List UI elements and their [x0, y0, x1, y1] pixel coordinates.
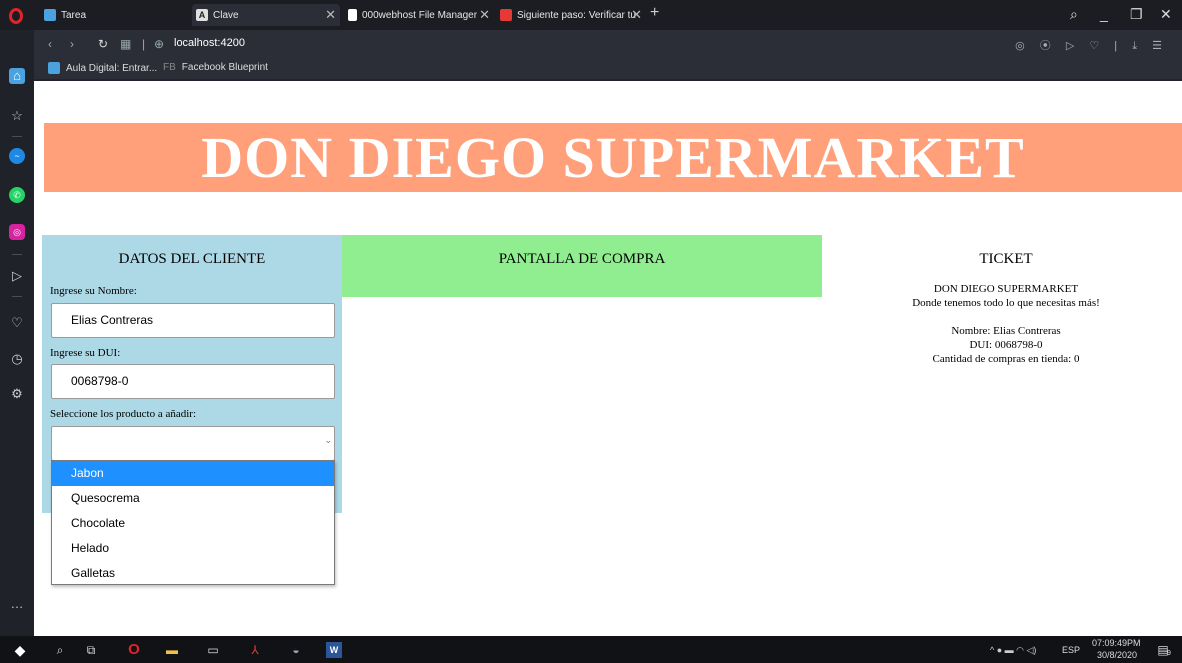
tab-tarea[interactable]: Tarea ✕ [40, 4, 216, 26]
ticket-store: DON DIEGO SUPERMARKET [933, 283, 1079, 295]
bookmark-label: Facebook Blueprint [181, 62, 268, 73]
whatsapp-icon[interactable]: ✆ [9, 187, 25, 203]
tab-verificar[interactable]: Siguiente paso: Verificar tu ✕ [496, 4, 646, 26]
acrobat-icon[interactable]: ⅄ [247, 642, 263, 658]
ticket-compras: Cantidad de compras en tienda: 0 [932, 353, 1080, 365]
heart-icon[interactable]: ♡ [9, 315, 25, 331]
close-tab-icon[interactable]: ✕ [631, 7, 642, 23]
more-icon[interactable]: … [9, 596, 25, 612]
aula-icon [48, 62, 60, 74]
tray-icons[interactable]: ^ ● ▬ ◠ ◁) [990, 645, 1036, 656]
divider: | [142, 37, 146, 51]
tab-title: Tarea [61, 9, 87, 21]
ticket-nombre: Nombre: Elias Contreras [951, 325, 1061, 337]
file-explorer-icon[interactable]: ▬ [164, 642, 180, 658]
opera-sidebar: ⌂ ☆ ~ ✆ ◎ ▷ ♡ ◷ ⚙ … [0, 30, 34, 636]
url-field[interactable]: localhost:4200 [174, 37, 245, 49]
settings-icon[interactable]: ⚙ [9, 386, 25, 402]
forward-icon[interactable]: › [70, 37, 74, 51]
speed-dial-icon[interactable]: ▦ [120, 37, 131, 51]
option-helado[interactable]: Helado [52, 536, 334, 561]
new-tab-icon[interactable]: + [650, 4, 659, 22]
back-icon[interactable]: ‹ [48, 37, 52, 51]
chevron-down-icon: ⌄ [324, 436, 332, 446]
ticket-dui: DUI: 0068798-0 [969, 339, 1043, 351]
minimize-icon[interactable]: _ [1100, 6, 1108, 22]
option-quesocrema[interactable]: Quesocrema [52, 486, 334, 511]
windows-taskbar: ◆ ⌕ ⧉ O ▬ ▭ ⅄ ◒ W ^ ● ▬ ◠ ◁) ESP 07:09:4… [0, 636, 1182, 663]
star-icon[interactable]: ☆ [9, 108, 25, 124]
fb-icon: FB [163, 62, 176, 73]
classroom-icon [44, 9, 56, 21]
producto-label: Seleccione los producto a añadir: [50, 408, 197, 420]
opera-logo-icon[interactable] [9, 8, 23, 24]
banner: DON DIEGO SUPERMARKET [44, 123, 1182, 192]
globe-icon: ⊕ [154, 37, 165, 51]
ticket-title: TICKET [979, 251, 1033, 267]
option-jabon[interactable]: Jabon [52, 461, 334, 486]
address-bar: ‹ › ↻ ▦ | ⊕ localhost:4200 ◎ ⦿ ▷ ♡ | ⤓ ☰ [34, 30, 1182, 58]
close-tab-icon[interactable]: ✕ [479, 7, 490, 23]
clock-date[interactable]: 30/8/2020 [1097, 650, 1137, 660]
sidebar-divider [12, 296, 22, 297]
search-icon[interactable]: ⌕ [1070, 6, 1078, 23]
bookmarks-bar: Aula Digital: Entrar... FB Facebook Blue… [34, 58, 1182, 80]
messenger-icon[interactable]: ~ [9, 148, 25, 164]
home-icon[interactable]: ⌂ [9, 68, 25, 84]
cliente-title: DATOS DEL CLIENTE [118, 251, 266, 267]
tab-bar: Tarea ✕ A Clave ✕ 000webhost File Manage… [0, 0, 1182, 30]
tab-file-manager[interactable]: 000webhost File Manager ✕ [344, 4, 494, 26]
app-icon[interactable]: ◒ [288, 642, 304, 658]
tab-title: Clave [213, 9, 239, 21]
compra-panel: PANTALLA DE COMPRA [342, 235, 822, 297]
bookmark-label: Aula Digital: Entrar... [66, 62, 158, 74]
terminal-icon[interactable]: ▭ [205, 642, 221, 658]
clock-time[interactable]: 07:09:49PM [1092, 638, 1141, 648]
dui-input[interactable]: 0068798-0 [51, 364, 335, 399]
file-manager-icon [348, 9, 357, 21]
restore-icon[interactable]: ❐ [1130, 6, 1143, 23]
sidebar-divider [12, 136, 22, 137]
language-indicator[interactable]: ESP [1062, 645, 1080, 655]
nombre-input[interactable]: Elias Contreras [51, 303, 335, 338]
producto-select[interactable]: ⌄ [51, 426, 335, 461]
ticket-slogan: Donde tenemos todo lo que necesitas más! [912, 297, 1100, 309]
reload-icon[interactable]: ↻ [98, 37, 108, 51]
nombre-label: Ingrese su Nombre: [50, 285, 137, 297]
page-title: DON DIEGO SUPERMARKET [201, 125, 1025, 190]
compra-title: PANTALLA DE COMPRA [498, 251, 666, 267]
word-icon[interactable]: W [326, 642, 342, 658]
tab-clave[interactable]: A Clave ✕ [192, 4, 340, 26]
option-galletas[interactable]: Galletas [52, 561, 334, 586]
angular-icon: A [196, 9, 208, 21]
flow-icon[interactable]: ▷ [9, 268, 25, 284]
toolbar-icons[interactable]: ◎ ⦿ ▷ ♡ | ⤓ ☰ [1015, 37, 1168, 53]
producto-dropdown-list: Jabon Quesocrema Chocolate Helado Gallet… [51, 460, 335, 585]
windows-start-icon[interactable]: ◆ [12, 642, 28, 658]
option-chocolate[interactable]: Chocolate [52, 511, 334, 536]
sidebar-divider [12, 254, 22, 255]
notifications-count: 9 [1167, 650, 1171, 657]
mail-icon [500, 9, 512, 21]
bookmark-aula[interactable]: Aula Digital: Entrar... [48, 62, 157, 74]
history-icon[interactable]: ◷ [9, 351, 25, 367]
bookmark-facebook-blueprint[interactable]: FB Facebook Blueprint [163, 62, 268, 73]
tab-title: 000webhost File Manager [362, 9, 478, 21]
ticket-panel: TICKET DON DIEGO SUPERMARKET Donde tenem… [866, 235, 1146, 435]
browser-window: Tarea ✕ A Clave ✕ 000webhost File Manage… [0, 0, 1182, 636]
instagram-icon[interactable]: ◎ [9, 224, 25, 240]
close-tab-icon[interactable]: ✕ [325, 7, 336, 23]
task-view-icon[interactable]: ⧉ [83, 642, 99, 658]
close-window-icon[interactable]: ✕ [1160, 6, 1172, 23]
opera-taskbar-icon[interactable]: O [126, 642, 142, 658]
dui-label: Ingrese su DUI: [50, 347, 121, 359]
tab-title: Siguiente paso: Verificar tu [517, 9, 636, 21]
search-icon[interactable]: ⌕ [52, 642, 68, 658]
